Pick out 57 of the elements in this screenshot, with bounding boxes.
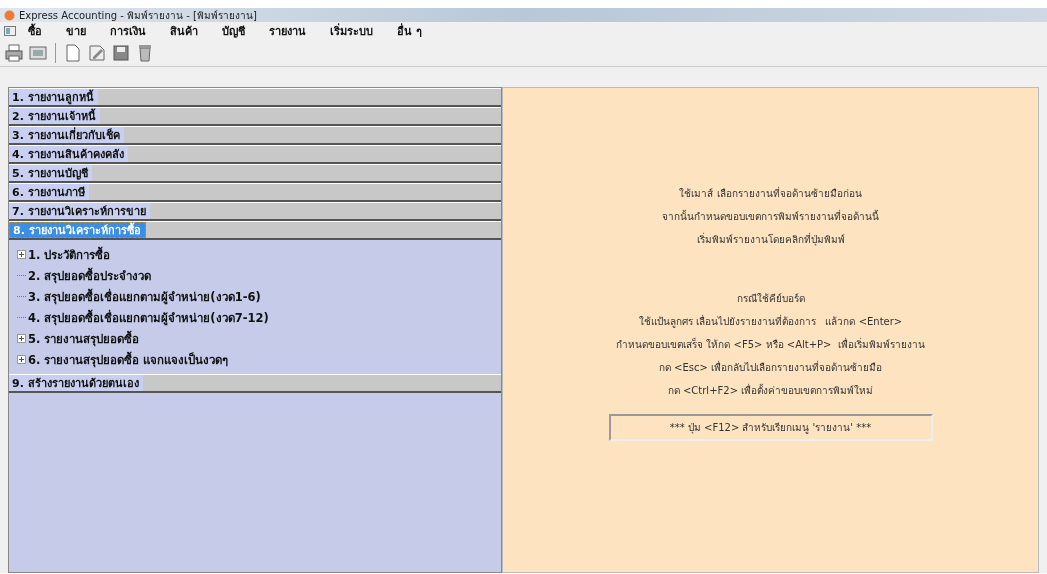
edit-icon[interactable] (87, 43, 107, 63)
instruction-text: จากนั้นกำหนดขอบเขตการพิมพ์รายงานที่จอด้านนี้ (662, 208, 879, 224)
menu-item[interactable]: ซื้อ (16, 22, 54, 40)
tree-item[interactable]: 5. รายงานสรุปยอดซื้อ (17, 328, 501, 349)
keyboard-heading: กรณีใช้คีย์บอร์ด (736, 292, 805, 306)
category-row[interactable]: 4. รายงานสินค้าคงคลัง (9, 145, 501, 164)
tree-item[interactable]: 3. สรุปยอดซื้อเชื่อแยกตามผู้จำหน่าย(งวด1-6) (17, 286, 501, 307)
expand-icon[interactable] (17, 355, 26, 364)
category-label: 2. รายงานเจ้าหนี้ (9, 108, 100, 124)
window-menu-icon[interactable] (4, 26, 16, 36)
menu-item[interactable]: เริ่มระบบ (318, 22, 385, 40)
instruction-text: ใช้แป้นลูกศร เลื่อนไปยังรายงานที่ต้องการ แล้วกด <Enter> (638, 313, 903, 330)
category-row[interactable]: 1. รายงานลูกหนี้ (9, 88, 501, 107)
category-row[interactable]: 2. รายงานเจ้าหนี้ (9, 107, 501, 126)
tree-item-label: 2. สรุปยอดซื้อประจำงวด (28, 266, 152, 285)
category-label: 9. สร้างรายงานด้วยตนเอง (9, 375, 143, 391)
menu-item[interactable]: ขาย (54, 22, 98, 40)
menu-item[interactable]: สินค้า (158, 22, 210, 40)
printer-icon[interactable] (4, 43, 24, 63)
category-label: 4. รายงานสินค้าคงคลัง (9, 146, 128, 162)
category-label: 8. รายงานวิเคราะห์การซื้อ (9, 222, 146, 238)
app-icon (4, 9, 15, 21)
category-label: 6. รายงานภาษี (9, 184, 89, 200)
category-row[interactable]: 9. สร้างรายงานด้วยตนเอง (9, 374, 501, 393)
expand-icon[interactable] (17, 334, 26, 343)
shortcut-hint: *** ปุ่ม <F12> สำหรับเรียกเมนู 'รายงาน' *** (608, 414, 933, 441)
tree-item-label: 4. สรุปยอดซื้อเชื่อแยกตามผู้จำหน่าย(งวด7-12) (28, 308, 269, 327)
category-label: 3. รายงานเกี่ยวกับเช็ค (9, 127, 124, 143)
instruction-text: เริ่มพิมพ์รายงานโดยคลิกที่ปุ่มพิมพ์ (696, 231, 845, 248)
tree-item[interactable]: 4. สรุปยอดซื้อเชื่อแยกตามผู้จำหน่าย(งวด7-12) (17, 307, 501, 328)
instruction-text: กด <Ctrl+F2> เพื่อตั้งค่าขอบเขตการพิมพ์ใหม่ (667, 382, 874, 398)
category-label: 1. รายงานลูกหนี้ (9, 89, 98, 105)
category-label: 7. รายงานวิเคราะห์การขาย (9, 203, 150, 219)
menu-item[interactable]: การเงิน (98, 22, 158, 40)
tree-item-label: 3. สรุปยอดซื้อเชื่อแยกตามผู้จำหน่าย(งวด1-6) (28, 287, 261, 306)
menu-item[interactable]: อื่น ๆ (385, 22, 434, 40)
tree-item-label: 6. รายงานสรุปยอดซื้อ แจกแจงเป็นงวดๆ (28, 350, 229, 369)
instruction-text: กด <Esc> เพื่อกลับไปเลือกรายงานที่จอด้านซ้ายมือ (658, 359, 883, 375)
category-row[interactable]: 3. รายงานเกี่ยวกับเช็ค (9, 126, 501, 145)
tree-item-label: 5. รายงานสรุปยอดซื้อ (28, 329, 140, 348)
instruction-text: กำหนดขอบเขตเสร็จ ให้กด <F5> หรือ <Alt+P> เพื่อเริ่มพิมพ์รายงาน (616, 336, 925, 352)
tree-item[interactable]: 1. ประวัติการซื้อ (17, 244, 501, 265)
category-label: 5. รายงานบัญชี (9, 165, 92, 181)
instruction-text: ใช้เมาส์ เลือกรายงานที่จอด้านซ้ายมือก่อน (679, 185, 862, 201)
window-title: Express Accounting - พิมพ์รายงาน - [พิมพ์รายงาน] (19, 8, 257, 23)
menu-item[interactable]: บัญชี (210, 22, 257, 40)
menu-item[interactable]: รายงาน (257, 22, 318, 40)
tree-item[interactable]: 2. สรุปยอดซื้อประจำงวด (17, 265, 501, 286)
category-row[interactable]: 5. รายงานบัญชี (9, 164, 501, 183)
category-row[interactable]: 7. รายงานวิเคราะห์การขาย (9, 202, 501, 221)
tree-item-label: 1. ประวัติการซื้อ (28, 245, 111, 264)
save-icon[interactable] (111, 43, 131, 63)
tree-item[interactable]: 6. รายงานสรุปยอดซื้อ แจกแจงเป็นงวดๆ (17, 349, 501, 370)
preview-icon[interactable] (28, 43, 48, 63)
expand-icon[interactable] (17, 250, 26, 259)
category-row[interactable]: 6. รายงานภาษี (9, 183, 501, 202)
page-icon[interactable] (63, 43, 83, 63)
